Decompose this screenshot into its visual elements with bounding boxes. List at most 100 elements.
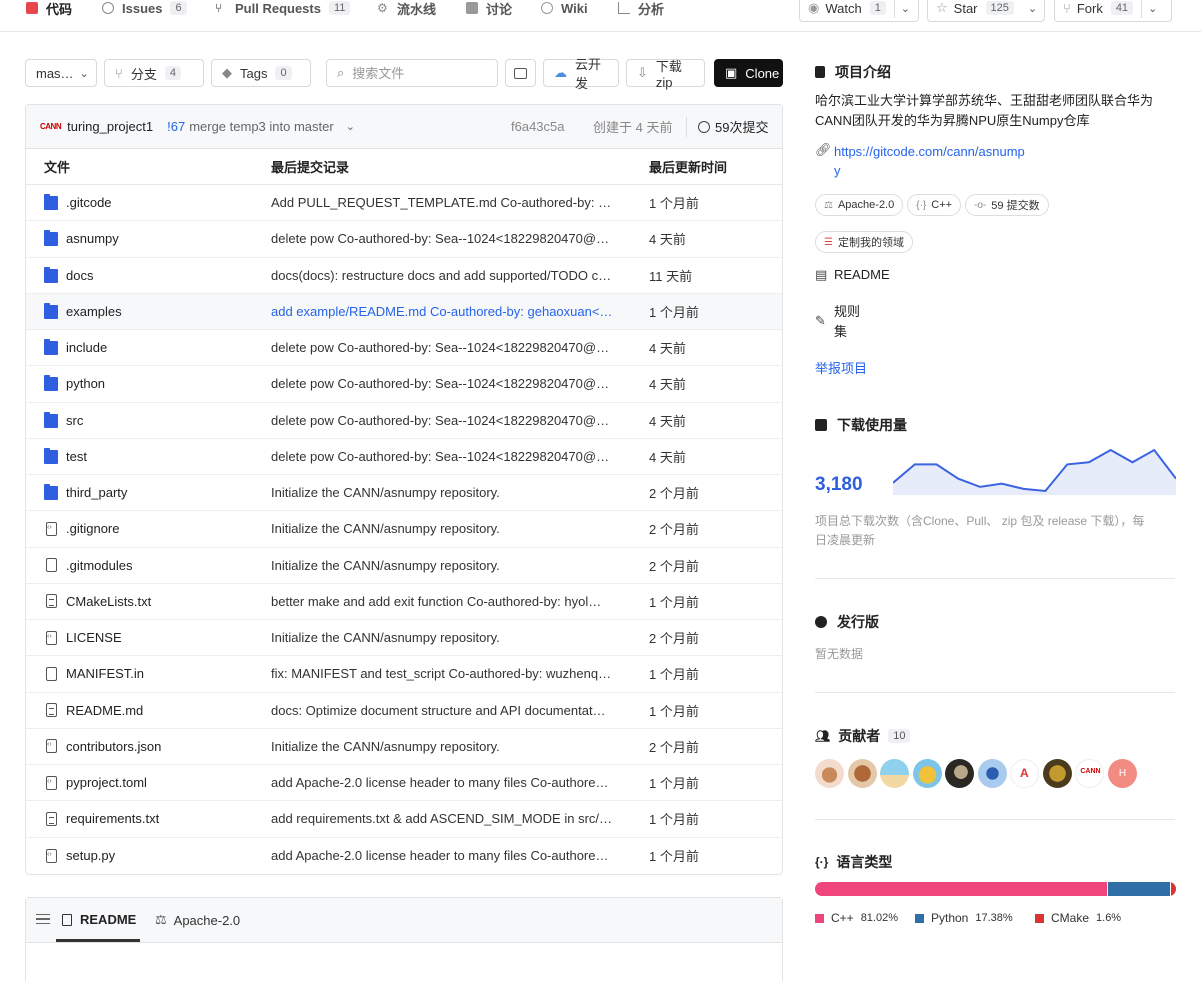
- fork-button[interactable]: ⑂ Fork 41 ⌄: [1054, 0, 1172, 22]
- commit-message-link[interactable]: delete pow Co-authored-by: Sea--1024<182…: [271, 340, 613, 355]
- table-row[interactable]: .gitcode Add PULL_REQUEST_TEMPLATE.md Co-…: [26, 185, 782, 222]
- table-row[interactable]: test delete pow Co-authored-by: Sea--1024…: [26, 439, 782, 475]
- file-name-link[interactable]: examples: [66, 304, 122, 319]
- file-name-link[interactable]: LICENSE: [66, 630, 122, 645]
- file-name-link[interactable]: pyproject.toml: [66, 775, 147, 790]
- avatar[interactable]: [913, 759, 942, 788]
- license-chip[interactable]: ⚖ Apache-2.0: [815, 194, 904, 216]
- file-name-link[interactable]: src: [66, 413, 83, 428]
- avatar[interactable]: [848, 759, 877, 788]
- download-zip-button[interactable]: ⇩ 下载zip: [626, 59, 705, 90]
- branch-select[interactable]: mas… ⌄: [25, 59, 97, 87]
- commit-message-link[interactable]: delete pow Co-authored-by: Sea--1024<182…: [271, 413, 613, 428]
- readme-link[interactable]: ▤ README: [815, 265, 1175, 285]
- file-name-link[interactable]: include: [66, 340, 107, 355]
- tab-discussions[interactable]: 讨论: [466, 0, 512, 17]
- commit-message-link[interactable]: delete pow Co-authored-by: Sea--1024<182…: [271, 376, 613, 391]
- avatar[interactable]: [978, 759, 1007, 788]
- tab-wiki[interactable]: Wiki: [541, 0, 588, 16]
- branches-button[interactable]: ⑂ 分支 4: [104, 59, 204, 87]
- commit-message-link[interactable]: add Apache-2.0 license header to many fi…: [271, 775, 613, 790]
- table-row[interactable]: python delete pow Co-authored-by: Sea--10…: [26, 366, 782, 403]
- repo-url-link[interactable]: https://gitcode.com/cann/asnump y: [834, 142, 1025, 180]
- commit-message-link[interactable]: delete pow Co-authored-by: Sea--1024<182…: [271, 449, 613, 464]
- table-row[interactable]: .gitmodules Initialize the CANN/asnumpy r…: [26, 548, 782, 584]
- file-name-link[interactable]: setup.py: [66, 848, 115, 863]
- commit-message-link[interactable]: add requirements.txt & add ASCEND_SIM_MO…: [271, 811, 613, 826]
- commit-message-link[interactable]: Initialize the CANN/asnumpy repository.: [271, 485, 613, 500]
- commit-message-link[interactable]: docs(docs): restructure docs and add sup…: [271, 268, 613, 283]
- avatar[interactable]: [880, 759, 909, 788]
- avatar[interactable]: A: [1010, 759, 1039, 788]
- commit-message-link[interactable]: Initialize the CANN/asnumpy repository.: [271, 521, 613, 536]
- commit-message-link[interactable]: delete pow Co-authored-by: Sea--1024<182…: [271, 231, 613, 246]
- tab-code[interactable]: 代码: [26, 0, 72, 17]
- table-row[interactable]: examples add example/README.md Co-authore…: [26, 293, 782, 330]
- commit-sha[interactable]: f6a43c5a: [511, 119, 565, 134]
- tab-readme[interactable]: README: [62, 912, 136, 927]
- table-row[interactable]: src delete pow Co-authored-by: Sea--1024<…: [26, 403, 782, 439]
- table-row[interactable]: pyproject.toml add Apache-2.0 license hea…: [26, 765, 782, 802]
- table-row[interactable]: third_party Initialize the CANN/asnumpy r…: [26, 475, 782, 512]
- avatar[interactable]: [1043, 759, 1072, 788]
- table-row[interactable]: include delete pow Co-authored-by: Sea--1…: [26, 330, 782, 367]
- file-name-link[interactable]: requirements.txt: [66, 811, 159, 826]
- commits-chip[interactable]: -o- 59 提交数: [965, 194, 1049, 216]
- tab-pull-requests[interactable]: ⑂ Pull Requests 11: [215, 0, 351, 16]
- table-row[interactable]: .gitignore Initialize the CANN/asnumpy re…: [26, 511, 782, 548]
- file-name-link[interactable]: python: [66, 376, 105, 391]
- table-row[interactable]: contributors.json Initialize the CANN/asn…: [26, 729, 782, 765]
- avatar[interactable]: [945, 759, 974, 788]
- avatar[interactable]: CANN: [1075, 759, 1104, 788]
- file-name-link[interactable]: .gitcode: [66, 195, 112, 210]
- commit-message-link[interactable]: Initialize the CANN/asnumpy repository.: [271, 739, 613, 754]
- table-row[interactable]: asnumpy delete pow Co-authored-by: Sea--1…: [26, 221, 782, 258]
- commit-pr-link[interactable]: !67: [167, 119, 185, 134]
- commit-message-link[interactable]: Initialize the CANN/asnumpy repository.: [271, 630, 613, 645]
- commit-message[interactable]: merge temp3 into master: [189, 119, 334, 134]
- commit-message-link[interactable]: better make and add exit function Co-aut…: [271, 594, 613, 609]
- file-name-link[interactable]: MANIFEST.in: [66, 666, 144, 681]
- avatar[interactable]: H: [1108, 759, 1137, 788]
- watch-button[interactable]: ◉ Watch 1 ⌄: [799, 0, 919, 22]
- menu-icon[interactable]: [36, 914, 50, 924]
- table-row[interactable]: setup.py add Apache-2.0 license header to…: [26, 838, 782, 874]
- table-row[interactable]: docs docs(docs): restructure docs and add…: [26, 258, 782, 294]
- language-chip[interactable]: {·} C++: [907, 194, 962, 216]
- file-name-link[interactable]: .gitignore: [66, 521, 119, 536]
- tab-pipeline[interactable]: ⚙ 流水线: [377, 0, 436, 17]
- tags-button[interactable]: ◆ Tags 0: [211, 59, 311, 87]
- commit-message-link[interactable]: add Apache-2.0 license header to many fi…: [271, 848, 613, 863]
- report-project-link[interactable]: 举报项目: [815, 359, 1175, 378]
- file-name-link[interactable]: docs: [66, 268, 93, 283]
- star-button[interactable]: ☆ Star 125 ⌄: [927, 0, 1045, 22]
- commit-history-link[interactable]: 59次提交: [698, 117, 768, 136]
- table-row[interactable]: MANIFEST.in fix: MANIFEST and test_script…: [26, 656, 782, 693]
- file-name-link[interactable]: README.md: [66, 703, 143, 718]
- commit-message-link[interactable]: fix: MANIFEST and test_script Co-authore…: [271, 666, 613, 681]
- cloud-dev-button[interactable]: ☁ 云开发: [543, 57, 619, 91]
- file-name-link[interactable]: .gitmodules: [66, 558, 132, 573]
- file-name-link[interactable]: asnumpy: [66, 231, 119, 246]
- file-name-link[interactable]: test: [66, 449, 87, 464]
- file-name-link[interactable]: third_party: [66, 485, 127, 500]
- clone-button[interactable]: ▣ Clone: [714, 59, 783, 87]
- chevron-down-icon[interactable]: ⌄: [346, 120, 355, 133]
- rules-link[interactable]: ✎ 规则 集: [815, 302, 1175, 342]
- table-row[interactable]: requirements.txt add requirements.txt & a…: [26, 801, 782, 838]
- table-row[interactable]: README.md docs: Optimize document structu…: [26, 693, 782, 729]
- commit-message-link[interactable]: Initialize the CANN/asnumpy repository.: [271, 558, 613, 573]
- file-search[interactable]: ⌕: [326, 59, 498, 87]
- commit-message-link[interactable]: Add PULL_REQUEST_TEMPLATE.md Co-authored…: [271, 195, 613, 210]
- search-input[interactable]: [352, 65, 483, 81]
- table-row[interactable]: CMakeLists.txt better make and add exit f…: [26, 584, 782, 620]
- customize-domain-button[interactable]: ☰ 定制我的领域: [815, 231, 913, 253]
- tab-issues[interactable]: Issues 6: [102, 0, 187, 16]
- avatar[interactable]: [815, 759, 844, 788]
- table-row[interactable]: LICENSE Initialize the CANN/asnumpy repos…: [26, 620, 782, 657]
- view-toggle-button[interactable]: [505, 59, 536, 87]
- tab-analytics[interactable]: 分析: [618, 0, 664, 17]
- commit-message-link[interactable]: docs: Optimize document structure and AP…: [271, 703, 613, 718]
- tab-license[interactable]: ⚖ Apache-2.0: [155, 912, 240, 928]
- commit-author[interactable]: turing_project1: [67, 119, 153, 134]
